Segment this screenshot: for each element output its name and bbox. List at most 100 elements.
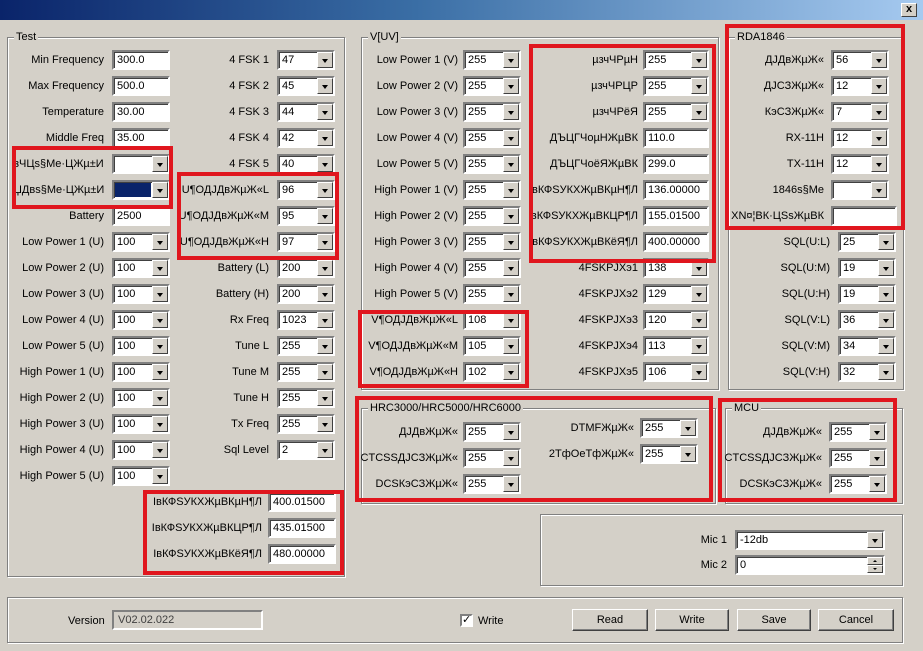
read-button[interactable]: Read [572,609,648,631]
write-checkbox[interactable]: ✓ [460,614,473,627]
chevron-down-icon[interactable] [152,468,168,484]
chevron-down-icon[interactable] [503,78,519,94]
chevron-down-icon[interactable] [317,78,333,94]
chevron-down-icon[interactable] [878,338,894,354]
test-right-combo[interactable]: 255 [277,336,335,356]
rda-sql-combo[interactable]: 19 [838,284,896,304]
chevron-down-icon[interactable] [691,312,707,328]
chevron-down-icon[interactable] [317,104,333,120]
spin-up-icon[interactable] [867,557,883,565]
test-power-combo[interactable]: 100 [112,336,170,356]
vuv-power-combo[interactable]: 255 [463,128,521,148]
chevron-down-icon[interactable] [878,286,894,302]
test-power-combo[interactable]: 100 [112,440,170,460]
close-button[interactable]: x [901,3,917,17]
test-power-combo[interactable]: 100 [112,414,170,434]
chevron-down-icon[interactable] [503,260,519,276]
chevron-down-icon[interactable] [152,286,168,302]
chevron-down-icon[interactable] [878,364,894,380]
test-fsk-combo[interactable]: 42 [277,128,335,148]
chevron-down-icon[interactable] [503,130,519,146]
test-power-combo[interactable]: 100 [112,310,170,330]
chevron-down-icon[interactable] [317,416,333,432]
vuv-power-combo[interactable]: 255 [463,232,521,252]
chevron-down-icon[interactable] [878,234,894,250]
test-right-combo[interactable]: 255 [277,362,335,382]
test-edit-field[interactable]: 30.00 [112,102,170,122]
test-power-combo[interactable]: 100 [112,388,170,408]
chevron-down-icon[interactable] [152,364,168,380]
chevron-down-icon[interactable] [691,338,707,354]
vuv-fsk-combo[interactable]: 106 [643,362,709,382]
test-right-combo[interactable]: 255 [277,414,335,434]
vuv-power-combo[interactable]: 255 [463,206,521,226]
chevron-down-icon[interactable] [503,156,519,172]
test-power-combo[interactable]: 100 [112,466,170,486]
mic2-stepper[interactable]: 0 [735,555,885,575]
vuv-power-combo[interactable]: 255 [463,258,521,278]
chevron-down-icon[interactable] [152,234,168,250]
mic1-combo[interactable]: -12db [735,530,885,550]
rda-sql-combo[interactable]: 32 [838,362,896,382]
test-power-combo[interactable]: 100 [112,362,170,382]
test-power-combo[interactable]: 100 [112,284,170,304]
vuv-power-combo[interactable]: 255 [463,154,521,174]
rda-sql-combo[interactable]: 34 [838,336,896,356]
chevron-down-icon[interactable] [691,364,707,380]
chevron-down-icon[interactable] [503,52,519,68]
chevron-down-icon[interactable] [503,182,519,198]
chevron-down-icon[interactable] [317,52,333,68]
test-right-combo[interactable]: 255 [277,388,335,408]
chevron-down-icon[interactable] [152,312,168,328]
chevron-down-icon[interactable] [317,338,333,354]
chevron-down-icon[interactable] [503,104,519,120]
test-right-combo[interactable]: 200 [277,284,335,304]
chevron-down-icon[interactable] [317,364,333,380]
battery-field[interactable]: 2500 [112,206,170,226]
rda-sql-combo[interactable]: 25 [838,232,896,252]
chevron-down-icon[interactable] [317,156,333,172]
chevron-down-icon[interactable] [152,260,168,276]
test-fsk-combo[interactable]: 44 [277,102,335,122]
test-edit-field[interactable]: 300.0 [112,50,170,70]
rda-sql-combo[interactable]: 36 [838,310,896,330]
chevron-down-icon[interactable] [152,416,168,432]
test-right-combo[interactable]: 2 [277,440,335,460]
test-edit-field[interactable]: 35.00 [112,128,170,148]
vuv-fsk-combo[interactable]: 129 [643,284,709,304]
test-fsk-combo[interactable]: 45 [277,76,335,96]
chevron-down-icon[interactable] [317,442,333,458]
test-fsk-combo[interactable]: 47 [277,50,335,70]
vuv-power-combo[interactable]: 255 [463,284,521,304]
test-power-combo[interactable]: 100 [112,258,170,278]
vuv-fsk-combo[interactable]: 120 [643,310,709,330]
test-right-combo[interactable]: 200 [277,258,335,278]
chevron-down-icon[interactable] [867,532,883,548]
chevron-down-icon[interactable] [878,260,894,276]
spin-down-icon[interactable] [867,565,883,573]
write-button[interactable]: Write [655,609,729,631]
chevron-down-icon[interactable] [691,286,707,302]
rda-sql-combo[interactable]: 19 [838,258,896,278]
chevron-down-icon[interactable] [503,286,519,302]
chevron-down-icon[interactable] [317,286,333,302]
chevron-down-icon[interactable] [152,442,168,458]
vuv-power-combo[interactable]: 255 [463,50,521,70]
test-fsk-combo[interactable]: 40 [277,154,335,174]
chevron-down-icon[interactable] [317,312,333,328]
chevron-down-icon[interactable] [317,390,333,406]
vuv-power-combo[interactable]: 255 [463,102,521,122]
vuv-fsk-combo[interactable]: 113 [643,336,709,356]
chevron-down-icon[interactable] [152,390,168,406]
save-button[interactable]: Save [737,609,811,631]
test-power-combo[interactable]: 100 [112,232,170,252]
chevron-down-icon[interactable] [503,234,519,250]
vuv-power-combo[interactable]: 255 [463,76,521,96]
chevron-down-icon[interactable] [878,312,894,328]
chevron-down-icon[interactable] [317,130,333,146]
cancel-button[interactable]: Cancel [818,609,894,631]
chevron-down-icon[interactable] [503,208,519,224]
vuv-power-combo[interactable]: 255 [463,180,521,200]
chevron-down-icon[interactable] [152,338,168,354]
test-edit-field[interactable]: 500.0 [112,76,170,96]
